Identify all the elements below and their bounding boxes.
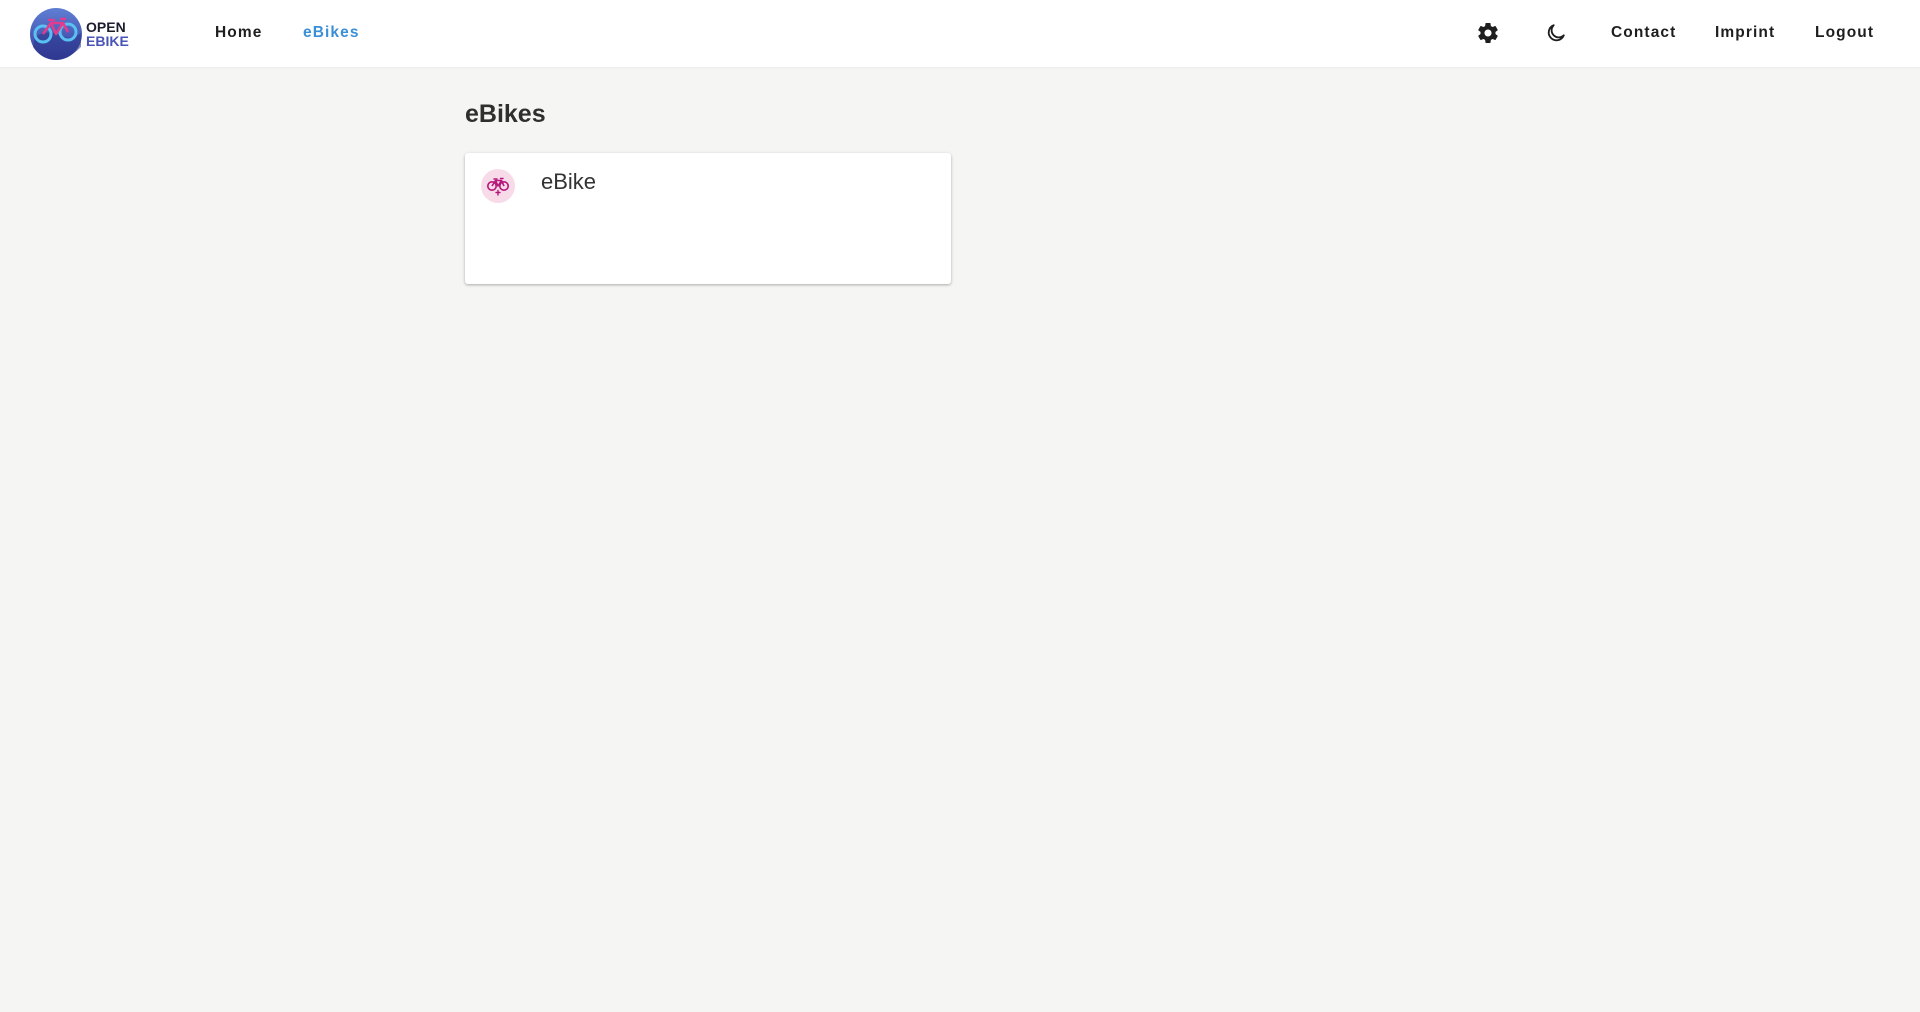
nav-link-home[interactable]: Home xyxy=(215,24,262,42)
card-avatar xyxy=(481,169,515,203)
settings-button[interactable] xyxy=(1475,20,1501,46)
logo-wordmark: OPEN EBIKE xyxy=(86,20,129,48)
theme-toggle-button[interactable] xyxy=(1543,20,1569,46)
page-title: eBikes xyxy=(465,100,546,128)
nav-link-imprint[interactable]: Imprint xyxy=(1715,24,1775,42)
nav-link-logout[interactable]: Logout xyxy=(1815,24,1874,42)
logo-line-open: OPEN xyxy=(86,19,126,35)
ebike-card[interactable]: eBike xyxy=(465,153,951,284)
nav-link-contact[interactable]: Contact xyxy=(1611,24,1676,42)
open-ebike-logo[interactable]: OPEN EBIKE xyxy=(29,7,129,60)
card-title: eBike xyxy=(541,169,597,194)
logo-line-ebike: EBIKE xyxy=(86,33,129,49)
gear-icon xyxy=(1478,23,1498,43)
logo-bike-globe-icon xyxy=(30,8,82,60)
moon-icon xyxy=(1547,24,1565,42)
nav-link-ebikes[interactable]: eBikes xyxy=(303,24,360,42)
top-navigation-bar: OPEN EBIKE Home eBikes Contact Imprint L… xyxy=(0,0,1920,67)
bicycle-icon xyxy=(487,177,509,196)
